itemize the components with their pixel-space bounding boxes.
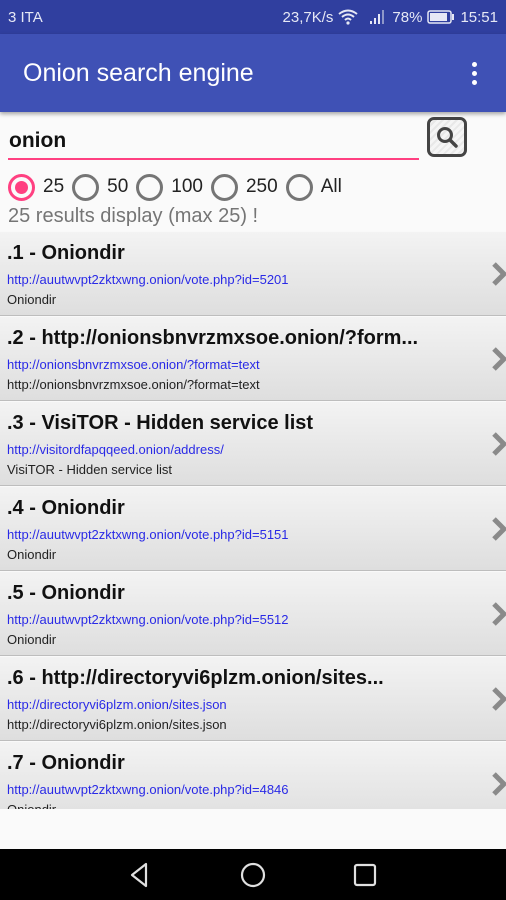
result-limit-group: 25 50 100 250 All (8, 170, 350, 204)
result-title: .1 - Oniondir (7, 242, 125, 264)
result-item[interactable]: .1 - Oniondir http://auutwvpt2zktxwng.on… (0, 231, 506, 316)
chevron-right-icon (492, 347, 506, 371)
radio-label: All (320, 176, 342, 197)
radio-25[interactable]: 25 (8, 173, 65, 201)
result-url[interactable]: http://onionsbnvrzmxsoe.onion/?format=te… (7, 357, 260, 372)
chevron-right-icon (492, 432, 506, 456)
signal-icon (370, 10, 385, 24)
result-url[interactable]: http://auutwvpt2zktxwng.onion/vote.php?i… (7, 782, 289, 797)
search-icon (437, 127, 458, 148)
radio-circle[interactable] (8, 173, 35, 201)
app-bar: Onion search engine (0, 34, 506, 112)
wifi-icon (338, 9, 359, 25)
clock: 15:51 (460, 8, 498, 26)
result-url[interactable]: http://auutwvpt2zktxwng.onion/vote.php?i… (7, 272, 289, 287)
chevron-right-icon (492, 687, 506, 711)
result-description: Oniondir (7, 547, 57, 562)
chevron-right-icon (492, 517, 506, 541)
battery-icon (427, 10, 455, 24)
result-item[interactable]: .6 - http://directoryvi6plzm.onion/sites… (0, 656, 506, 741)
chevron-right-icon (492, 262, 506, 286)
app-title: Onion search engine (23, 58, 254, 87)
result-item[interactable]: .3 - VisiTOR - Hidden service list http:… (0, 401, 506, 486)
radio-circle[interactable] (210, 173, 238, 201)
back-icon[interactable] (126, 861, 154, 889)
result-url[interactable]: http://directoryvi6plzm.onion/sites.json (7, 697, 227, 712)
result-item[interactable]: .7 - Oniondir http://auutwvpt2zktxwng.on… (0, 741, 506, 809)
radio-circle[interactable] (136, 173, 164, 201)
result-title: .3 - VisiTOR - Hidden service list (7, 412, 314, 434)
result-item[interactable]: .2 - http://onionsbnvrzmxsoe.onion/?form… (0, 316, 506, 401)
radio-label: 50 (107, 176, 129, 197)
radio-250[interactable]: 250 (210, 173, 278, 201)
radio-100[interactable]: 100 (136, 173, 203, 201)
result-description: Oniondir (7, 802, 56, 809)
results-info: 25 results display (max 25) ! (8, 205, 259, 227)
results-list[interactable]: .1 - Oniondir http://auutwvpt2zktxwng.on… (0, 231, 506, 809)
menu-dot (471, 70, 477, 76)
result-title: .2 - http://onionsbnvrzmxsoe.onion/?form… (7, 327, 419, 349)
radio-circle[interactable] (285, 173, 313, 201)
recents-icon[interactable] (351, 861, 379, 889)
search-row (0, 112, 506, 167)
nav-bar (0, 849, 506, 900)
result-description: http://onionsbnvrzmxsoe.onion/?format=te… (7, 377, 260, 392)
radio-label: 100 (171, 176, 203, 197)
result-title: .4 - Oniondir (7, 497, 125, 519)
result-item[interactable]: .5 - Oniondir http://auutwvpt2zktxwng.on… (0, 571, 506, 656)
radio-circle[interactable] (72, 173, 100, 201)
chevron-right-icon (492, 602, 506, 626)
menu-dot (471, 61, 477, 67)
result-url[interactable]: http://auutwvpt2zktxwng.onion/vote.php?i… (7, 527, 289, 542)
search-button[interactable] (427, 117, 467, 157)
result-title: .6 - http://directoryvi6plzm.onion/sites… (7, 667, 384, 689)
result-title: .5 - Oniondir (7, 582, 125, 604)
result-url[interactable]: http://visitordfapqqeed.onion/address/ (7, 442, 224, 457)
result-description: Oniondir (7, 292, 57, 307)
radio-50[interactable]: 50 (72, 173, 129, 201)
result-title: .7 - Oniondir (7, 752, 125, 774)
search-input[interactable] (8, 128, 419, 160)
chevron-right-icon (492, 772, 506, 796)
network-speed: 23,7K/s (282, 8, 334, 26)
result-url[interactable]: http://auutwvpt2zktxwng.onion/vote.php?i… (7, 612, 289, 627)
radio-all[interactable]: All (285, 173, 342, 201)
radio-label: 250 (245, 176, 278, 197)
status-bar: 3 ITA 23,7K/s 78% 15:51 (0, 0, 506, 34)
result-item[interactable]: .4 - Oniondir http://auutwvpt2zktxwng.on… (0, 486, 506, 571)
menu-dot (471, 79, 477, 85)
home-icon[interactable] (239, 861, 267, 889)
result-description: http://directoryvi6plzm.onion/sites.json (7, 717, 227, 732)
more-vert-icon[interactable] (454, 53, 494, 93)
result-description: VisiTOR - Hidden service list (7, 462, 172, 477)
radio-label: 25 (43, 176, 65, 197)
battery-percent: 78% (392, 8, 423, 26)
carrier-name: 3 ITA (8, 8, 43, 26)
result-description: Oniondir (7, 632, 57, 647)
radio-dot (15, 180, 28, 194)
